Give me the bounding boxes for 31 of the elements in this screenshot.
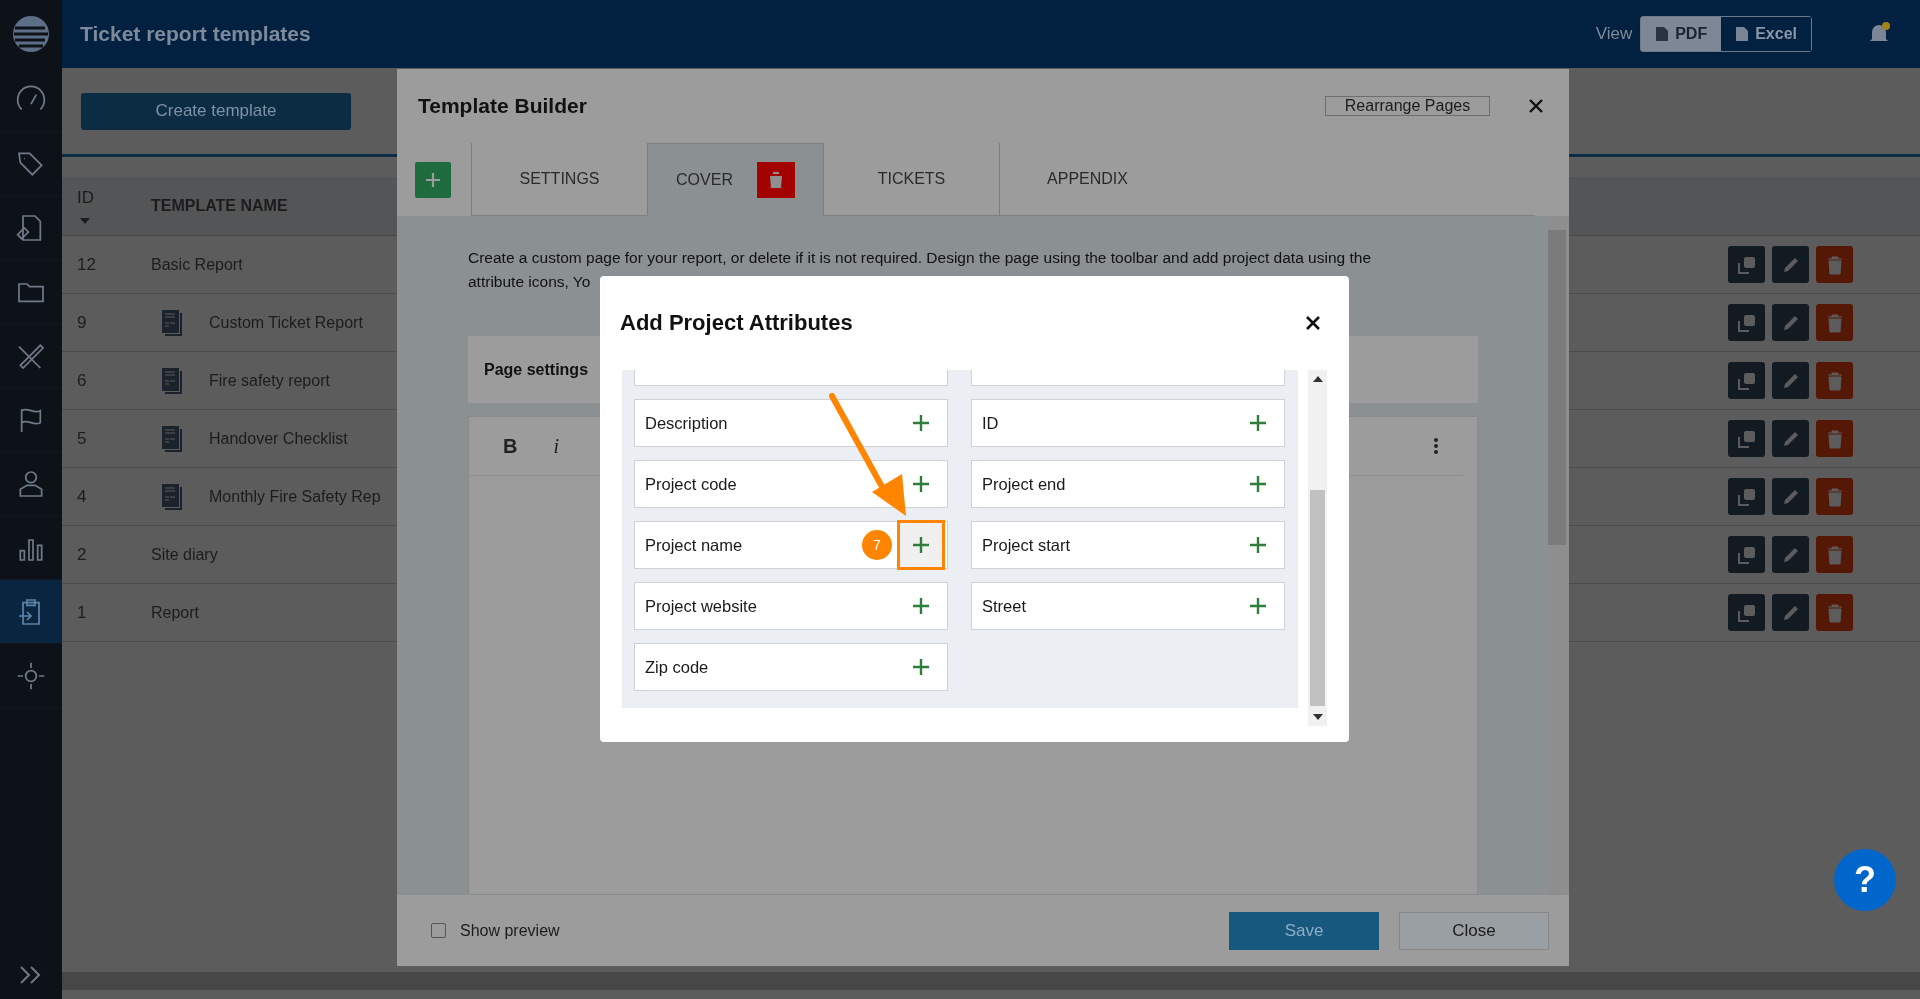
step-badge: 7	[862, 530, 892, 560]
table-cell-text: 6	[76, 370, 88, 391]
table-cell-text: 4	[76, 486, 88, 507]
table-cell-text: 12	[76, 254, 97, 275]
table-cell-text: 5	[76, 428, 88, 449]
table-cell: Handover Checklist	[209, 429, 348, 448]
attribute-label: Project name	[645, 535, 743, 555]
table-cell: Custom Ticket Report	[209, 313, 363, 332]
attribute-label: Project code	[645, 474, 737, 494]
page-title: Ticket report templates	[80, 22, 312, 46]
table-cell: Monthly Fire Safety Rep	[209, 487, 381, 506]
panel-title: Page settings	[484, 360, 589, 379]
attribute-label: ID	[982, 413, 999, 433]
attribute-label: Project start	[982, 535, 1071, 555]
table-cell: Site diary	[151, 545, 218, 564]
attribute-label: Project website	[645, 596, 757, 616]
description-text: Create a custom page for your report, or delete if it is not required. Design the page using the toolbar and add project data using the	[468, 248, 1371, 268]
view-label: View	[1595, 24, 1633, 44]
attribute-label: Project end	[982, 474, 1066, 494]
table-cell-text: 9	[76, 312, 88, 333]
dialog-title: Template Builder	[418, 94, 588, 118]
table-cell-text: 2	[76, 544, 88, 565]
description-text: attribute icons, Yo	[468, 272, 591, 292]
attribute-label: Zip code	[645, 657, 709, 677]
attribute-label: Description	[645, 413, 728, 433]
attribute-label: Street	[982, 596, 1027, 616]
table-cell-text: 1	[76, 602, 88, 623]
table-cell: Fire safety report	[209, 371, 330, 390]
dialog-title: Add Project Attributes	[620, 310, 854, 336]
table-cell: Report	[151, 603, 200, 622]
table-cell: Basic Report	[151, 255, 243, 274]
